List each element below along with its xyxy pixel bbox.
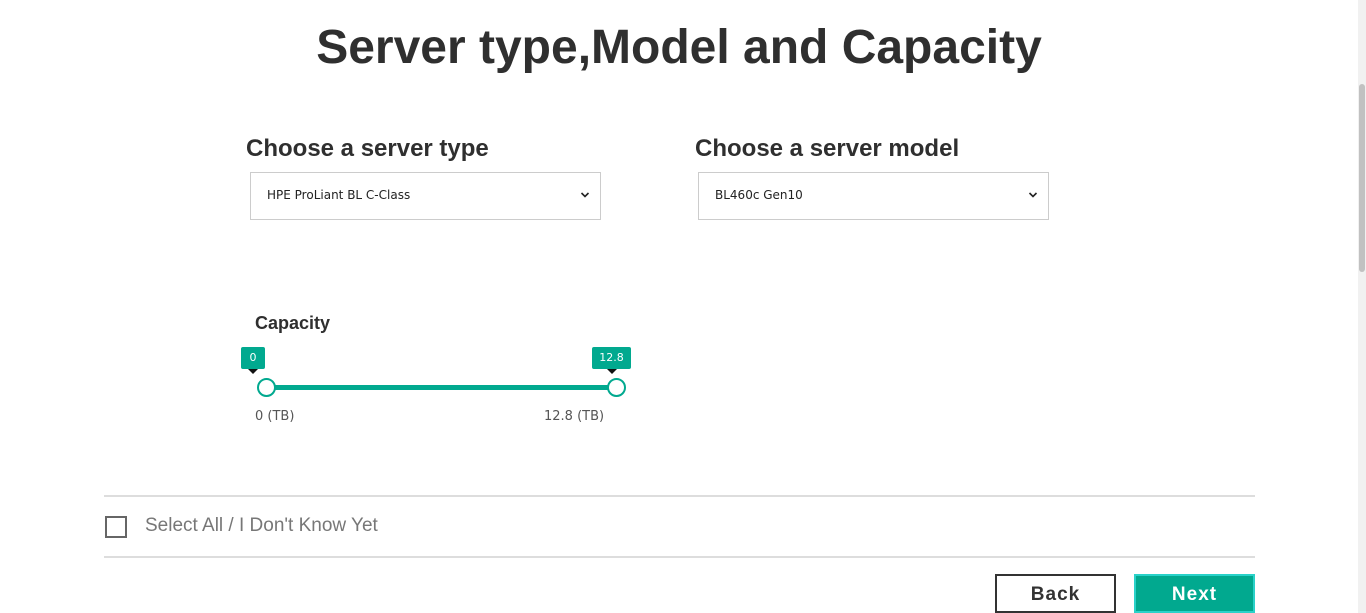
server-type-selected-value: HPE ProLiant BL C-Class [267,188,411,202]
page: Server type,Model and Capacity Choose a … [0,0,1366,613]
server-model-label: Choose a server model [695,135,960,162]
server-type-select[interactable]: HPE ProLiant BL C-Class [250,172,601,220]
tooltip-arrow [607,369,617,374]
capacity-max-handle[interactable] [607,378,626,397]
capacity-label: Capacity [255,313,331,333]
back-button[interactable]: Back [995,574,1116,613]
tooltip-arrow [248,369,258,374]
capacity-max-tooltip: 12.8 [592,347,631,369]
capacity-min-handle[interactable] [257,378,276,397]
chevron-down-icon [1028,192,1038,198]
capacity-slider-track[interactable] [266,385,617,390]
scrollbar-thumb[interactable] [1359,84,1365,272]
capacity-range-min-label: 0 (TB) [255,409,295,424]
select-all-checkbox[interactable] [105,516,127,538]
chevron-down-icon [580,192,590,198]
capacity-range-max-label: 12.8 (TB) [544,409,605,424]
next-button[interactable]: Next [1134,574,1255,613]
server-type-label: Choose a server type [246,135,489,162]
server-model-selected-value: BL460c Gen10 [715,188,803,202]
divider [104,556,1255,558]
select-all-label[interactable]: Select All / I Don't Know Yet [145,515,378,537]
server-model-select[interactable]: BL460c Gen10 [698,172,1049,220]
capacity-min-tooltip: 0 [241,347,265,369]
page-title: Server type,Model and Capacity [316,21,1042,74]
divider [104,495,1255,497]
